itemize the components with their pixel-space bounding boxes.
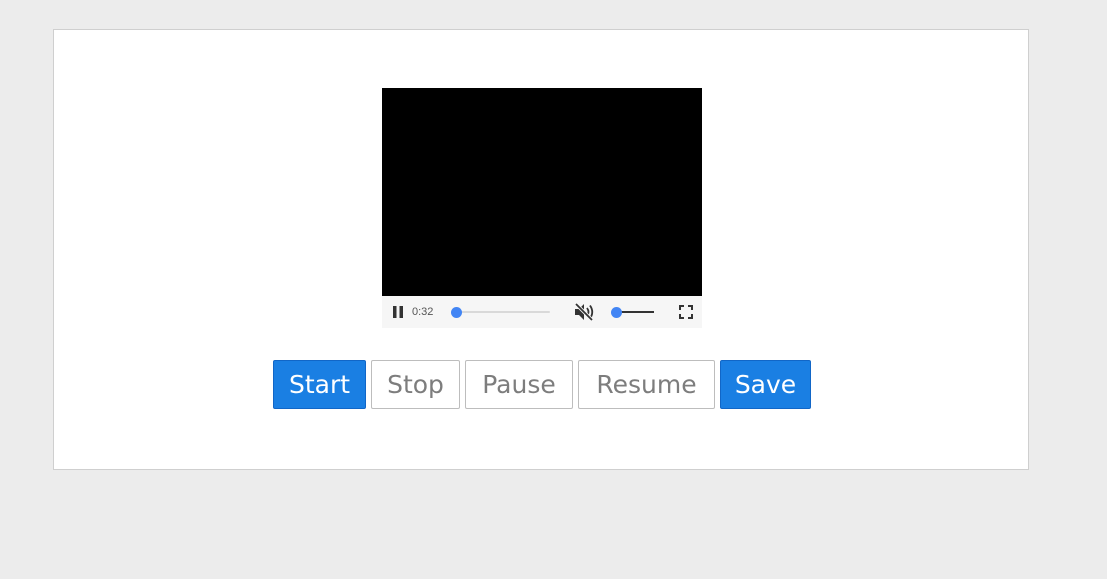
seek-thumb[interactable] (451, 307, 462, 318)
mute-button[interactable] (572, 301, 596, 323)
volume-thumb[interactable] (611, 307, 622, 318)
muted-speaker-icon (574, 302, 594, 322)
video-player[interactable]: 0:32 (382, 88, 702, 328)
video-screen[interactable] (382, 88, 702, 296)
fullscreen-icon (679, 305, 693, 319)
pause-icon (393, 306, 403, 318)
fullscreen-button[interactable] (676, 302, 696, 322)
current-time: 0:32 (412, 306, 434, 318)
pause-recording-button[interactable]: Pause (465, 360, 573, 409)
seek-track (456, 311, 550, 313)
seek-bar[interactable] (450, 304, 554, 320)
save-button[interactable]: Save (720, 360, 811, 409)
recorder-buttons: Start Stop Pause Resume Save (273, 360, 811, 409)
pause-button[interactable] (388, 302, 408, 322)
recorder-card: 0:32 Start Stop Pause Resume Save (53, 29, 1029, 470)
resume-button[interactable]: Resume (578, 360, 715, 409)
volume-slider[interactable] (610, 304, 654, 320)
start-button[interactable]: Start (273, 360, 366, 409)
video-controls: 0:32 (382, 296, 702, 328)
stop-button[interactable]: Stop (371, 360, 460, 409)
